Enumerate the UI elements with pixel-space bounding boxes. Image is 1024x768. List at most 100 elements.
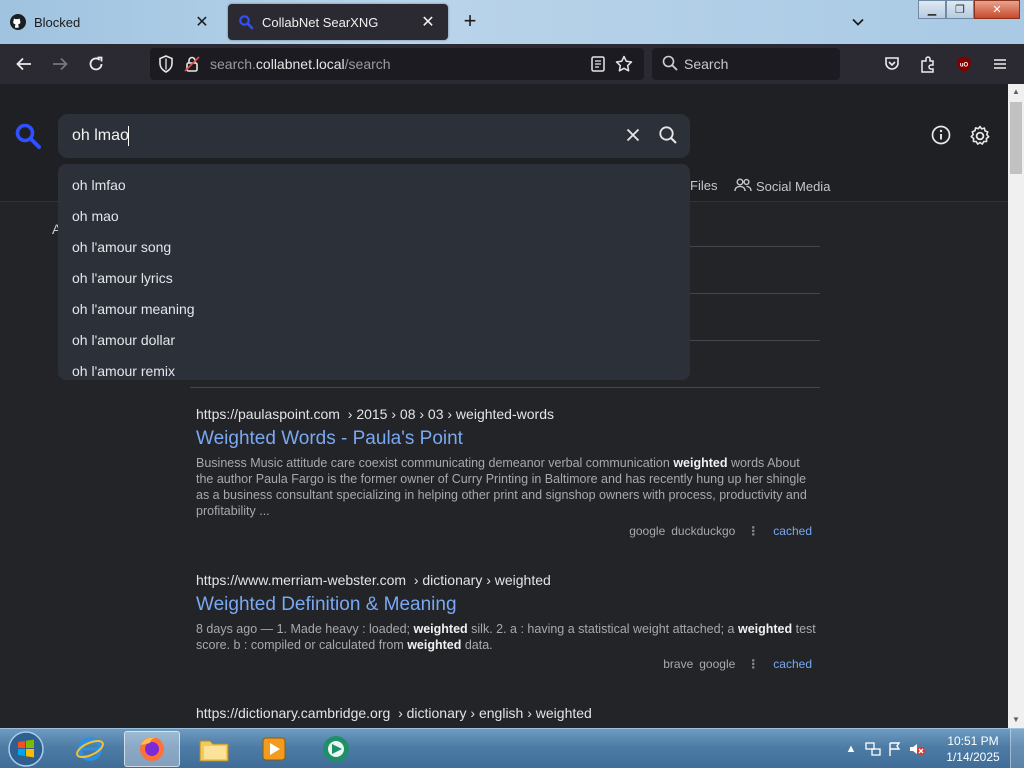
result-snippet: Business Music attitude care coexist com…	[196, 456, 807, 518]
window-close-button[interactable]: ✕	[974, 0, 1020, 19]
show-hidden-icons-icon[interactable]: ▲	[840, 738, 862, 760]
window-controls: ▁ ❐ ✕	[918, 0, 1020, 20]
engine-label: google	[699, 657, 736, 671]
autocomplete-suggestion[interactable]: oh mao	[58, 201, 690, 232]
browser-titlebar: Blocked ✕ CollabNet SearXNG ✕ + ▁ ❐ ✕	[0, 0, 1024, 44]
category-tab-files[interactable]: Files	[690, 178, 717, 193]
result-path: › 2015 › 08 › 03 › weighted-words	[347, 406, 554, 422]
tab-label: CollabNet SearXNG	[262, 14, 379, 30]
browser-search-bar[interactable]: Search	[652, 48, 840, 80]
url-text: search.collabnet.local/search	[210, 56, 391, 72]
forward-arrow-icon[interactable]	[46, 50, 74, 78]
category-tab-social-media[interactable]: Social Media	[734, 177, 830, 196]
result-domain: https://paulaspoint.com	[196, 406, 340, 422]
internet-explorer-icon[interactable]	[62, 731, 118, 767]
reader-view-icon[interactable]	[588, 54, 608, 79]
search-submit-icon[interactable]	[658, 125, 678, 150]
cached-link[interactable]: cached	[773, 657, 812, 671]
engine-label: brave	[663, 657, 694, 671]
minimize-button[interactable]: ▁	[918, 0, 946, 19]
autocomplete-suggestion[interactable]: oh l'amour dollar	[58, 325, 690, 356]
search-form	[58, 114, 690, 158]
pocket-icon[interactable]	[878, 50, 906, 78]
search-result: https://dictionary.cambridge.org › dicti…	[196, 705, 816, 721]
network-icon[interactable]	[862, 738, 884, 760]
clock-time: 10:51 PM	[947, 734, 999, 748]
more-options-icon[interactable]: ⋮	[747, 657, 759, 671]
remote-app-icon[interactable]	[308, 731, 364, 767]
restore-button[interactable]: ❐	[946, 0, 974, 19]
category-label: Social Media	[756, 179, 831, 194]
search-icon	[662, 55, 678, 74]
autocomplete-suggestion[interactable]: oh l'amour meaning	[58, 294, 690, 325]
scroll-up-icon[interactable]: ▲	[1008, 84, 1024, 100]
extensions-icon[interactable]	[914, 50, 942, 78]
more-options-icon[interactable]: ⋮	[747, 524, 759, 538]
cached-link[interactable]: cached	[773, 524, 812, 538]
system-clock[interactable]: 10:51 PM 1/14/2025	[940, 733, 1006, 765]
volume-muted-icon[interactable]	[906, 738, 928, 760]
system-tray: ▲	[840, 729, 928, 768]
navigation-toolbar: search.collabnet.local/search Search uO	[0, 44, 1024, 84]
close-icon[interactable]: ✕	[192, 12, 212, 32]
result-snippet: 8 days ago — 1. Made heavy : loaded; wei…	[196, 622, 816, 652]
info-icon[interactable]	[930, 124, 952, 151]
result-domain: https://dictionary.cambridge.org	[196, 705, 391, 721]
scrollbar-thumb[interactable]	[1010, 102, 1022, 174]
result-url[interactable]: https://www.merriam-webster.com › dictio…	[196, 572, 816, 588]
page-content: Files Social Media A https://paulaspoint…	[0, 84, 1008, 728]
divider	[190, 387, 820, 388]
autocomplete-suggestion[interactable]: oh l'amour lyrics	[58, 263, 690, 294]
media-player-icon[interactable]	[246, 731, 302, 767]
clear-search-icon[interactable]	[624, 126, 642, 149]
autocomplete-suggestion[interactable]: oh l'amour song	[58, 232, 690, 263]
result-title-link[interactable]: Weighted Definition & Meaning	[196, 594, 816, 616]
show-desktop-button[interactable]	[1010, 729, 1024, 768]
tab-blocked[interactable]: Blocked ✕	[0, 4, 222, 40]
searxng-logo-icon[interactable]	[14, 122, 42, 155]
autocomplete-suggestion[interactable]: oh lmfao	[58, 170, 690, 201]
vertical-scrollbar[interactable]: ▲ ▼	[1008, 84, 1024, 728]
windows-taskbar: ▲ 10:51 PM 1/14/2025	[0, 728, 1024, 768]
searxng-icon	[238, 14, 254, 30]
tab-label: Blocked	[34, 14, 81, 30]
gear-icon[interactable]	[968, 124, 992, 153]
result-path: › dictionary › weighted	[413, 572, 551, 588]
search-bar-placeholder: Search	[684, 56, 729, 72]
chevron-down-icon[interactable]	[846, 10, 870, 34]
url-host: collabnet.local	[255, 56, 345, 72]
shield-icon[interactable]	[156, 54, 176, 79]
result-title-link[interactable]: Weighted Words - Paula's Point	[196, 428, 816, 450]
firefox-icon[interactable]	[124, 731, 180, 767]
action-center-flag-icon[interactable]	[884, 738, 906, 760]
start-button[interactable]	[6, 730, 46, 768]
result-url[interactable]: https://paulaspoint.com › 2015 › 08 › 03…	[196, 406, 816, 422]
engine-label: duckduckgo	[671, 524, 736, 538]
engine-label: google	[629, 524, 666, 538]
url-bar[interactable]: search.collabnet.local/search	[150, 48, 644, 80]
search-input[interactable]	[72, 124, 612, 148]
file-explorer-icon[interactable]	[186, 731, 242, 767]
ublock-origin-icon[interactable]: uO	[950, 50, 978, 78]
result-path: › dictionary › english › weighted	[398, 705, 592, 721]
autocomplete-suggestion[interactable]: oh l'amour remix	[58, 356, 690, 387]
autocomplete-dropdown: oh lmfao oh mao oh l'amour song oh l'amo…	[58, 164, 690, 380]
github-icon	[10, 14, 26, 30]
svg-text:uO: uO	[960, 63, 969, 69]
result-engines: google duckduckgo ⋮ cached	[623, 524, 812, 538]
url-prefix: search.	[210, 56, 256, 72]
users-icon	[734, 177, 752, 196]
new-tab-button[interactable]: +	[458, 10, 482, 34]
result-url[interactable]: https://dictionary.cambridge.org › dicti…	[196, 705, 816, 721]
menu-icon[interactable]	[986, 50, 1014, 78]
tab-searxng[interactable]: CollabNet SearXNG ✕	[228, 4, 448, 40]
scroll-down-icon[interactable]: ▼	[1008, 712, 1024, 728]
back-arrow-icon[interactable]	[10, 50, 38, 78]
url-path: /search	[344, 56, 391, 72]
text-caret	[128, 126, 129, 146]
close-icon[interactable]: ✕	[418, 12, 438, 32]
bookmark-star-icon[interactable]	[614, 54, 634, 79]
lock-icon[interactable]	[182, 54, 202, 79]
search-result: https://www.merriam-webster.com › dictio…	[196, 572, 816, 671]
reload-icon[interactable]	[82, 50, 110, 78]
